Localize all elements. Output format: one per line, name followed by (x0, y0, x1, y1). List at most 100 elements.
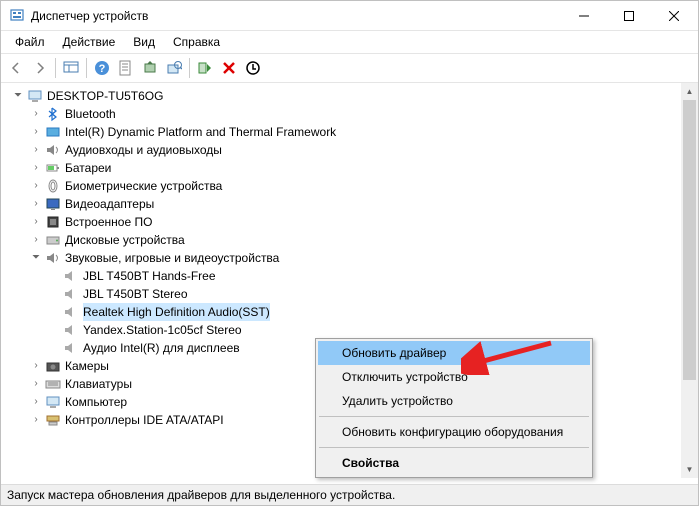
node-label: Дисковые устройства (65, 231, 185, 249)
show-hide-console-button[interactable] (60, 57, 82, 79)
menu-action[interactable]: Действие (55, 33, 124, 51)
node-label: Звуковые, игровые и видеоустройства (65, 249, 279, 267)
node-label: Аудио Intel(R) для дисплеев (83, 339, 240, 357)
computer-icon (45, 394, 61, 410)
toolbar: ? (1, 54, 698, 83)
node-label: Контроллеры IDE ATA/ATAPI (65, 411, 224, 429)
close-button[interactable] (651, 1, 696, 30)
ctx-separator (319, 447, 589, 448)
status-text: Запуск мастера обновления драйверов для … (7, 488, 395, 502)
speaker-icon (63, 340, 79, 356)
tree-device[interactable]: JBL T450BT Stereo (7, 285, 696, 303)
speaker-icon (63, 286, 79, 302)
expand-icon[interactable]: › (29, 359, 43, 373)
node-label: Intel(R) Dynamic Platform and Thermal Fr… (65, 123, 336, 141)
collapse-icon[interactable]: ⏷ (11, 89, 25, 103)
tree-category-sound[interactable]: ⏷ Звуковые, игровые и видеоустройства (7, 249, 696, 267)
platform-icon (45, 124, 61, 140)
menu-file[interactable]: Файл (7, 33, 53, 51)
bluetooth-icon (45, 106, 61, 122)
properties-button[interactable] (115, 57, 137, 79)
expand-icon[interactable]: › (29, 377, 43, 391)
tree-device[interactable]: Yandex.Station-1c05cf Stereo (7, 321, 696, 339)
expand-icon[interactable]: › (29, 125, 43, 139)
node-label: JBL T450BT Hands-Free (83, 267, 216, 285)
sound-icon (45, 250, 61, 266)
disable-device-button[interactable] (242, 57, 264, 79)
computer-icon (27, 88, 43, 104)
node-label: JBL T450BT Stereo (83, 285, 188, 303)
ctx-update-driver[interactable]: Обновить драйвер (318, 341, 590, 365)
expand-icon[interactable]: › (29, 107, 43, 121)
titlebar: Диспетчер устройств (1, 1, 698, 31)
minimize-button[interactable] (561, 1, 606, 30)
firmware-icon (45, 214, 61, 230)
node-label: Bluetooth (65, 105, 116, 123)
keyboard-icon (45, 376, 61, 392)
scroll-down-arrow[interactable]: ▼ (681, 461, 698, 478)
battery-icon (45, 160, 61, 176)
scroll-thumb[interactable] (683, 100, 696, 380)
menubar: Файл Действие Вид Справка (1, 31, 698, 54)
window-title: Диспетчер устройств (31, 9, 148, 23)
back-button[interactable] (5, 57, 27, 79)
tree-category[interactable]: › Видеоадаптеры (7, 195, 696, 213)
scan-hardware-button[interactable] (163, 57, 185, 79)
expand-icon[interactable]: › (29, 395, 43, 409)
update-driver-button[interactable] (139, 57, 161, 79)
biometric-icon (45, 178, 61, 194)
toolbar-separator (189, 58, 190, 78)
expand-icon[interactable]: › (29, 143, 43, 157)
window-controls (561, 1, 696, 30)
node-label: Realtek High Definition Audio(SST) (83, 303, 270, 321)
menu-help[interactable]: Справка (165, 33, 228, 51)
scroll-up-arrow[interactable]: ▲ (681, 83, 698, 100)
disk-icon (45, 232, 61, 248)
display-adapter-icon (45, 196, 61, 212)
speaker-icon (63, 304, 79, 320)
svg-text:?: ? (99, 63, 106, 75)
node-label: Клавиатуры (65, 375, 132, 393)
tree-category[interactable]: › Аудиовходы и аудиовыходы (7, 141, 696, 159)
collapse-icon[interactable]: ⏷ (29, 251, 43, 265)
tree-category[interactable]: › Биометрические устройства (7, 177, 696, 195)
tree-category[interactable]: › Дисковые устройства (7, 231, 696, 249)
statusbar: Запуск мастера обновления драйверов для … (1, 484, 698, 505)
menu-view[interactable]: Вид (125, 33, 163, 51)
uninstall-device-button[interactable] (218, 57, 240, 79)
vertical-scrollbar[interactable]: ▲ ▼ (681, 83, 698, 478)
speaker-icon (63, 268, 79, 284)
enable-device-button[interactable] (194, 57, 216, 79)
ctx-properties[interactable]: Свойства (318, 451, 590, 475)
tree-category[interactable]: › Встроенное ПО (7, 213, 696, 231)
audio-io-icon (45, 142, 61, 158)
ctx-scan-hardware[interactable]: Обновить конфигурацию оборудования (318, 420, 590, 444)
node-label: Видеоадаптеры (65, 195, 154, 213)
node-label: Камеры (65, 357, 109, 375)
expand-icon[interactable]: › (29, 233, 43, 247)
expand-icon[interactable]: › (29, 197, 43, 211)
toolbar-separator (86, 58, 87, 78)
toolbar-separator (55, 58, 56, 78)
tree-device-selected[interactable]: Realtek High Definition Audio(SST) (7, 303, 696, 321)
node-label: Yandex.Station-1c05cf Stereo (83, 321, 242, 339)
maximize-button[interactable] (606, 1, 651, 30)
app-icon (9, 8, 25, 24)
tree-root[interactable]: ⏷ DESKTOP-TU5T6OG (7, 87, 696, 105)
expand-icon[interactable]: › (29, 413, 43, 427)
tree-category[interactable]: › Батареи (7, 159, 696, 177)
context-menu: Обновить драйвер Отключить устройство Уд… (315, 338, 593, 478)
help-button[interactable]: ? (91, 57, 113, 79)
ctx-uninstall-device[interactable]: Удалить устройство (318, 389, 590, 413)
expand-icon[interactable]: › (29, 179, 43, 193)
node-label: Встроенное ПО (65, 213, 152, 231)
tree-category[interactable]: › Intel(R) Dynamic Platform and Thermal … (7, 123, 696, 141)
tree-category[interactable]: › Bluetooth (7, 105, 696, 123)
ctx-disable-device[interactable]: Отключить устройство (318, 365, 590, 389)
expand-icon[interactable]: › (29, 161, 43, 175)
expand-icon[interactable]: › (29, 215, 43, 229)
tree-device[interactable]: JBL T450BT Hands-Free (7, 267, 696, 285)
forward-button[interactable] (29, 57, 51, 79)
ctx-separator (319, 416, 589, 417)
ide-controller-icon (45, 412, 61, 428)
